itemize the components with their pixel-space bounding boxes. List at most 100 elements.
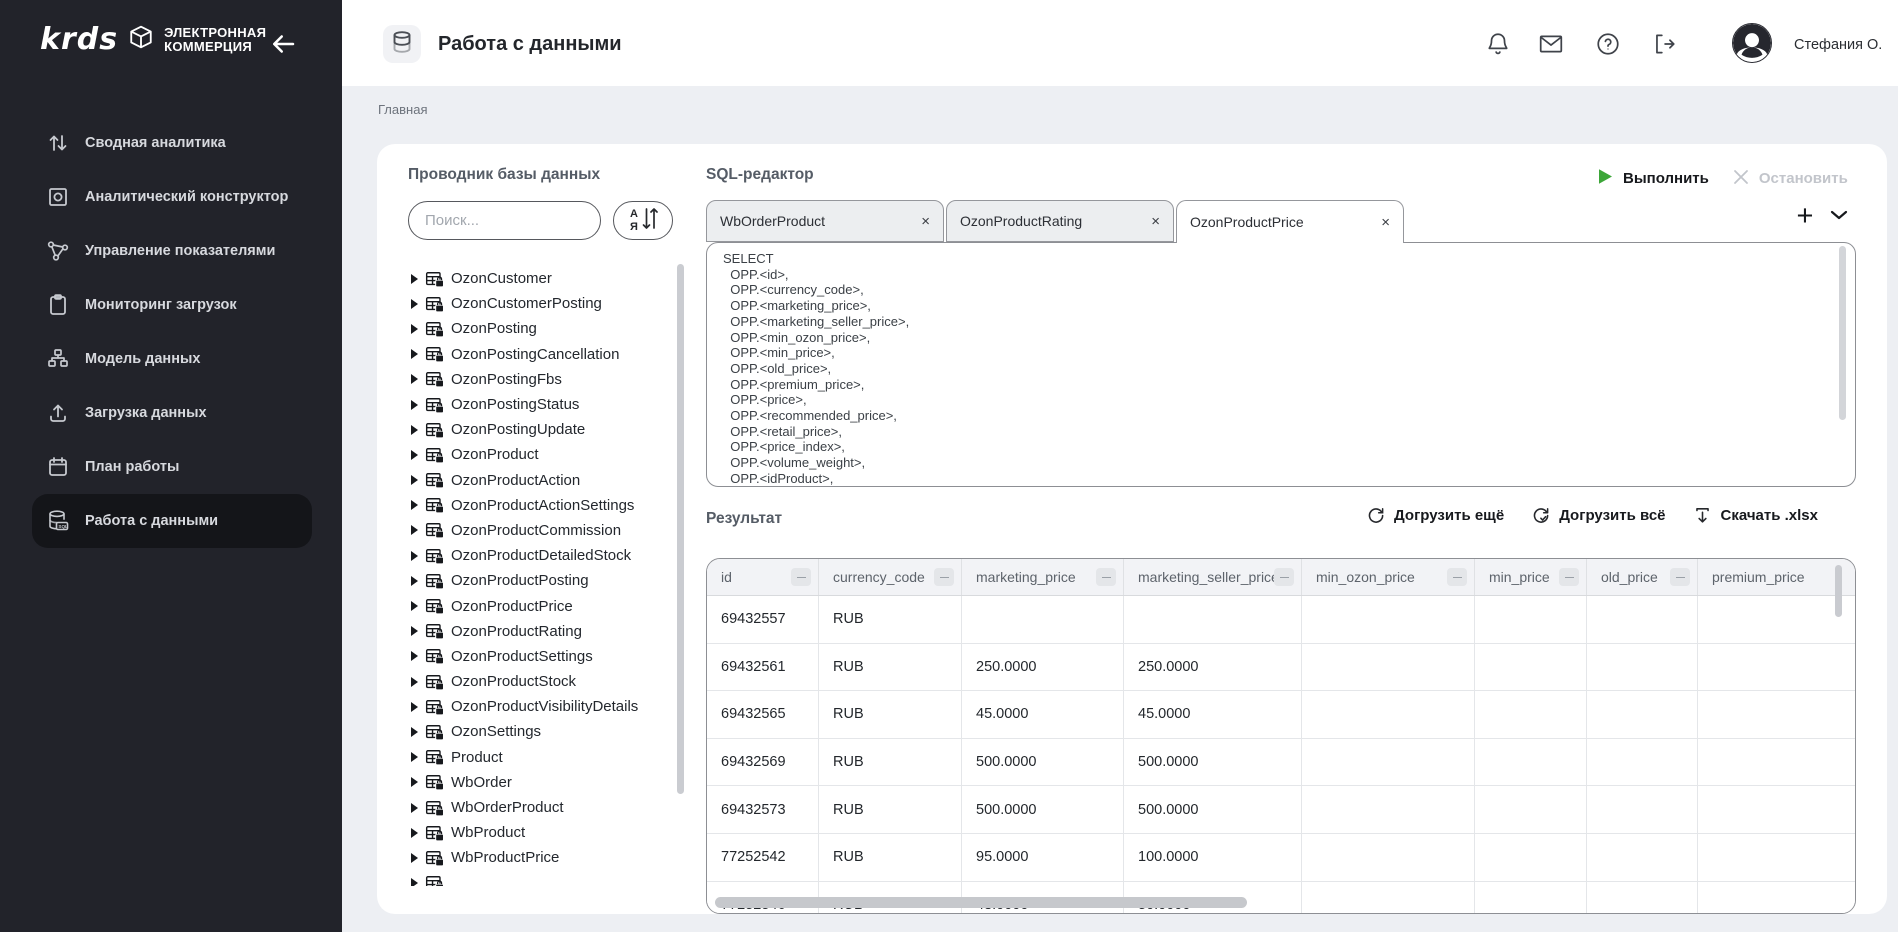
stop-query-button[interactable]: Остановить bbox=[1733, 169, 1848, 189]
column-menu-icon[interactable] bbox=[1559, 568, 1579, 586]
load-all-button[interactable]: Догрузить всё bbox=[1531, 506, 1665, 525]
download-xlsx-button[interactable]: Скачать .xlsx bbox=[1693, 506, 1818, 525]
expand-arrow-icon[interactable] bbox=[411, 274, 418, 284]
sidebar-item-2[interactable]: Аналитический конструктор bbox=[32, 170, 312, 224]
expand-arrow-icon[interactable] bbox=[411, 803, 418, 813]
tree-item[interactable]: OzonProductRating bbox=[405, 619, 677, 644]
tree-item[interactable]: OzonProductVisibilityDetails bbox=[405, 694, 677, 719]
close-tab-icon[interactable]: × bbox=[1373, 214, 1390, 231]
expand-arrow-icon[interactable] bbox=[411, 475, 418, 485]
load-more-button[interactable]: Догрузить ещё bbox=[1366, 506, 1504, 525]
close-tab-icon[interactable]: × bbox=[913, 213, 930, 230]
expand-arrow-icon[interactable] bbox=[411, 450, 418, 460]
expand-arrow-icon[interactable] bbox=[411, 500, 418, 510]
table-row[interactable]: 69432561RUB250.0000250.0000 bbox=[707, 644, 1855, 692]
tree-item[interactable]: OzonPostingFbs bbox=[405, 367, 677, 392]
table-row[interactable]: 69432557RUB bbox=[707, 596, 1855, 644]
tree-item[interactable]: OzonCustomer bbox=[405, 266, 677, 291]
table-row[interactable]: 69432569RUB500.0000500.0000 bbox=[707, 739, 1855, 787]
column-menu-icon[interactable] bbox=[1447, 568, 1467, 586]
column-menu-icon[interactable] bbox=[1096, 568, 1116, 586]
sidebar-item-7[interactable]: План работы bbox=[32, 440, 312, 494]
expand-arrow-icon[interactable] bbox=[411, 400, 418, 410]
sql-code-editor[interactable]: SELECT OPP.<id>, OPP.<currency_code>, OP… bbox=[706, 242, 1856, 487]
sidebar-item-5[interactable]: Модель данных bbox=[32, 332, 312, 386]
explorer-search-input[interactable] bbox=[408, 201, 601, 240]
tree-item[interactable]: WbOrderProduct bbox=[405, 795, 677, 820]
expand-arrow-icon[interactable] bbox=[411, 299, 418, 309]
tree-item[interactable]: OzonProductSettings bbox=[405, 644, 677, 669]
expand-arrow-icon[interactable] bbox=[411, 551, 418, 561]
sort-alphabetical-button[interactable]: А Я bbox=[613, 201, 673, 240]
tree-item[interactable]: WbProduct bbox=[405, 820, 677, 845]
expand-arrow-icon[interactable] bbox=[411, 374, 418, 384]
tab-list-chevron-button[interactable] bbox=[1827, 206, 1851, 226]
tree-item[interactable]: OzonPostingUpdate bbox=[405, 417, 677, 442]
table-vertical-scrollbar[interactable] bbox=[1835, 565, 1842, 617]
expand-arrow-icon[interactable] bbox=[411, 677, 418, 687]
expand-arrow-icon[interactable] bbox=[411, 853, 418, 863]
sidebar-item-8[interactable]: SQLРабота с данными bbox=[32, 494, 312, 548]
sql-tab-1[interactable]: WbOrderProduct× bbox=[706, 200, 944, 242]
sidebar-item-6[interactable]: Загрузка данных bbox=[32, 386, 312, 440]
tree-item[interactable]: OzonProductDetailedStock bbox=[405, 543, 677, 568]
run-query-button[interactable]: Выполнить bbox=[1598, 168, 1709, 189]
tree-item[interactable]: WbProductPrice bbox=[405, 845, 677, 870]
expand-arrow-icon[interactable] bbox=[411, 777, 418, 787]
expand-arrow-icon[interactable] bbox=[411, 702, 418, 712]
tree-item[interactable]: OzonProductActionSettings bbox=[405, 493, 677, 518]
messages-button[interactable] bbox=[1538, 31, 1564, 57]
expand-arrow-icon[interactable] bbox=[411, 576, 418, 586]
tree-item[interactable]: OzonPostingStatus bbox=[405, 392, 677, 417]
breadcrumb[interactable]: Главная bbox=[378, 102, 427, 117]
avatar[interactable] bbox=[1732, 23, 1772, 63]
expand-arrow-icon[interactable] bbox=[411, 525, 418, 535]
tree-item[interactable]: WbOrder bbox=[405, 770, 677, 795]
sidebar-item-3[interactable]: Управление показателями bbox=[32, 224, 312, 278]
tree-item[interactable]: OzonCustomerPosting bbox=[405, 291, 677, 316]
sql-tab-3[interactable]: OzonProductPrice× bbox=[1176, 200, 1404, 243]
tree-item[interactable]: OzonPosting bbox=[405, 316, 677, 341]
collapse-sidebar-button[interactable] bbox=[266, 28, 300, 62]
expand-arrow-icon[interactable] bbox=[411, 752, 418, 762]
column-menu-icon[interactable] bbox=[1670, 568, 1690, 586]
table-row[interactable]: 69432565RUB45.000045.0000 bbox=[707, 691, 1855, 739]
table-lock-icon bbox=[425, 698, 444, 716]
table-row[interactable]: 69432573RUB500.0000500.0000 bbox=[707, 786, 1855, 834]
help-button[interactable] bbox=[1595, 31, 1621, 57]
add-tab-button[interactable]: + bbox=[1789, 200, 1821, 232]
editor-scrollbar[interactable] bbox=[1839, 246, 1846, 420]
notifications-button[interactable] bbox=[1485, 31, 1511, 57]
expand-arrow-icon[interactable] bbox=[411, 324, 418, 334]
expand-arrow-icon[interactable] bbox=[411, 349, 418, 359]
expand-arrow-icon[interactable] bbox=[411, 626, 418, 636]
expand-arrow-icon[interactable] bbox=[411, 651, 418, 661]
tree-item[interactable]: OzonProductPosting bbox=[405, 568, 677, 593]
table-row[interactable]: 77252542RUB95.0000100.0000 bbox=[707, 834, 1855, 882]
tree-item[interactable]: OzonProductCommission bbox=[405, 518, 677, 543]
column-header-id: id bbox=[707, 559, 819, 595]
tree-item[interactable]: OzonPostingCancellation bbox=[405, 342, 677, 367]
column-menu-icon[interactable] bbox=[934, 568, 954, 586]
tree-item[interactable]: OzonProduct bbox=[405, 442, 677, 467]
expand-arrow-icon[interactable] bbox=[411, 727, 418, 737]
tree-item[interactable]: OzonSettings bbox=[405, 719, 677, 744]
tree-item[interactable]: OzonProductStock bbox=[405, 669, 677, 694]
expand-arrow-icon[interactable] bbox=[411, 828, 418, 838]
column-menu-icon[interactable] bbox=[791, 568, 811, 586]
expand-arrow-icon[interactable] bbox=[411, 878, 418, 886]
sidebar-item-4[interactable]: Мониторинг загрузок bbox=[32, 278, 312, 332]
tree-item[interactable]: Product bbox=[405, 745, 677, 770]
column-menu-icon[interactable] bbox=[1274, 568, 1294, 586]
sql-tab-2[interactable]: OzonProductRating× bbox=[946, 200, 1174, 242]
sidebar-item-1[interactable]: Сводная аналитика bbox=[32, 116, 312, 170]
tree-item[interactable]: OzonProductAction bbox=[405, 468, 677, 493]
tree-item[interactable]: OzonProductPrice bbox=[405, 593, 677, 618]
tree-scrollbar[interactable] bbox=[677, 264, 684, 794]
expand-arrow-icon[interactable] bbox=[411, 425, 418, 435]
expand-arrow-icon[interactable] bbox=[411, 601, 418, 611]
logout-button[interactable] bbox=[1651, 31, 1677, 57]
table-horizontal-scrollbar[interactable] bbox=[715, 897, 1247, 908]
close-tab-icon[interactable]: × bbox=[1143, 213, 1160, 230]
tree-item[interactable] bbox=[405, 871, 677, 887]
